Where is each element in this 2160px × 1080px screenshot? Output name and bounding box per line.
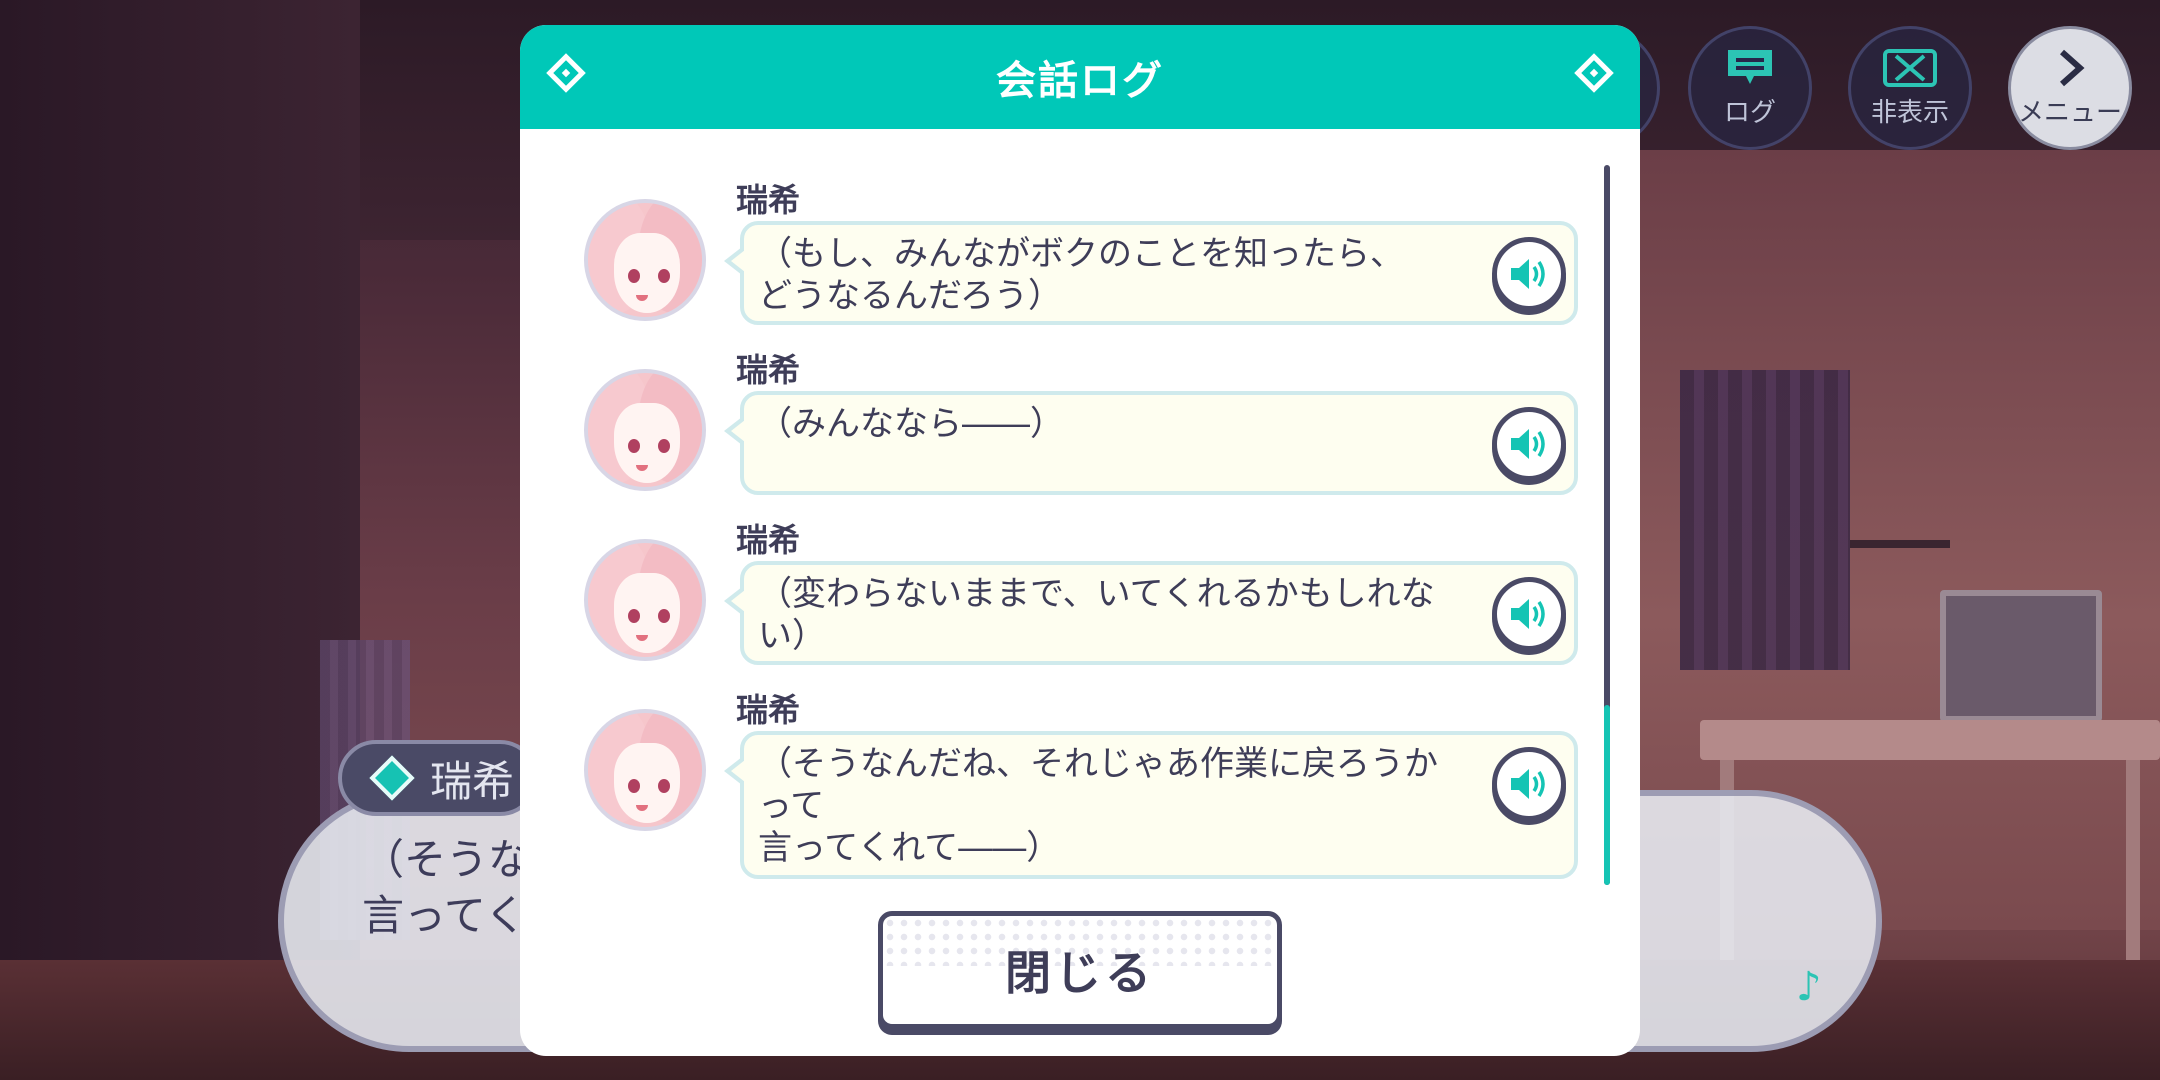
speaker-avatar [584,539,706,661]
close-button-label: 閉じる [1005,946,1155,1000]
speaker-avatar [584,709,706,831]
log-icon [1722,48,1778,88]
speaker-name: 瑞希 [430,756,515,806]
menu-button-label: メニュー [2017,97,2122,128]
log-entry: 瑞希 （そうなんだね、それじゃあ作業に戻ろうか って 言ってくれて――） [520,685,1640,885]
diamond-icon [546,53,586,93]
log-speaker-name: 瑞希 [736,691,801,729]
log-speaker-name: 瑞希 [736,351,801,389]
voice-play-button[interactable] [1492,577,1566,651]
room-curtain [1680,370,1850,670]
diamond-icon [369,755,415,801]
log-entry: 瑞希 （変わらないままで、いてくれるかもしれな い） [520,515,1640,675]
log-line-text: （みんななら――） [758,404,1064,444]
voice-play-button[interactable] [1492,237,1566,311]
menu-button[interactable]: メニュー [2008,26,2132,150]
dialog-header: 会話ログ [520,25,1640,129]
chevron-right-icon [2042,48,2098,88]
log-button-label: ログ [1723,97,1776,128]
room-shelf [1850,540,1950,548]
hide-button-label: 非表示 [1870,97,1949,128]
speaker-icon [1511,259,1545,289]
speaker-icon [1511,769,1545,799]
hide-button[interactable]: 非表示 [1848,26,1972,150]
hide-icon [1882,48,1938,88]
log-line-text: （もし、みんながボクのことを知ったら、 どうなるんだろう） [758,234,1404,316]
room-monitor [1940,590,2102,722]
speaker-avatar [584,199,706,321]
log-line-text: （そうなんだね、それじゃあ作業に戻ろうか って 言ってくれて――） [758,744,1438,868]
log-bubble: （変わらないままで、いてくれるかもしれな い） [724,561,1578,665]
music-note-icon: ♪ [1796,964,1822,1010]
log-speaker-name: 瑞希 [736,521,801,559]
speaker-name-tag: 瑞希 [338,740,538,816]
room-desk [1700,720,2160,760]
conversation-log-dialog: 会話ログ 瑞希 （もし、みんながボクのことを知ったら、 どうなるんだろう） 瑞希 [520,25,1640,1056]
log-bubble: （もし、みんながボクのことを知ったら、 どうなるんだろう） [724,221,1578,325]
speaker-icon [1511,599,1545,629]
voice-play-button[interactable] [1492,407,1566,481]
log-entry: 瑞希 （もし、みんながボクのことを知ったら、 どうなるんだろう） [520,175,1640,335]
log-speaker-name: 瑞希 [736,181,801,219]
diamond-icon [1574,53,1614,93]
scrollbar-thumb[interactable] [1604,705,1610,885]
log-entry: 瑞希 （みんななら――） [520,345,1640,505]
log-line-text: （変わらないままで、いてくれるかもしれな い） [758,574,1435,656]
dialog-title: 会話ログ [996,58,1164,104]
log-bubble: （そうなんだね、それじゃあ作業に戻ろうか って 言ってくれて――） [724,731,1578,879]
log-bubble: （みんななら――） [724,391,1578,495]
speaker-icon [1511,429,1545,459]
speaker-avatar [584,369,706,491]
close-button[interactable]: 閉じる [878,911,1282,1029]
log-button[interactable]: ログ [1688,26,1812,150]
message-text: （そうな 言ってく [362,835,531,940]
voice-play-button[interactable] [1492,747,1566,821]
